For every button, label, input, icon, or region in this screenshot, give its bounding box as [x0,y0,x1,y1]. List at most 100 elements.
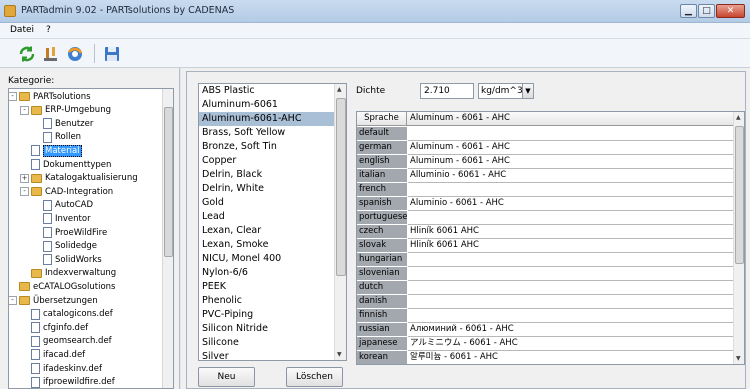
chevron-down-icon[interactable]: ▼ [522,84,533,98]
language-table-scrollbar[interactable]: ▲ ▼ [733,112,744,364]
translation-cell[interactable] [408,183,734,197]
translation-cell[interactable] [408,253,734,267]
new-button[interactable]: Neu [198,367,255,387]
translation-cell[interactable]: Hliník 6061 AHC [408,225,734,239]
density-input[interactable]: 2.710 [420,83,474,99]
tree-scrollbar[interactable] [162,89,173,388]
density-unit-select[interactable]: kg/dm^3 ▼ [478,83,534,99]
tools-icon[interactable] [40,43,62,65]
material-list-item[interactable]: Silicon Nitride [199,322,346,336]
translation-cell[interactable]: Hliník 6061 AHC [408,239,734,253]
menu-help[interactable]: ? [46,25,51,35]
material-list-item[interactable]: Nylon-6/6 [199,266,346,280]
tree-item[interactable]: Katalogaktualisierung [31,172,138,185]
material-list-item[interactable]: ABS Plastic [199,84,346,98]
material-list-item[interactable]: NICU, Monel 400 [199,252,346,266]
material-list-item[interactable]: Lead [199,210,346,224]
material-list[interactable]: ABS Plastic Aluminum-6061 Aluminum-6061-AH… [198,83,347,361]
material-list-item[interactable]: Bronze, Soft Tin [199,140,346,154]
save-icon[interactable] [101,43,123,65]
translation-cell[interactable] [408,211,734,225]
material-list-item[interactable]: Delrin, White [199,182,346,196]
category-tree[interactable]: PARTsolutions - ERP-Umgebung - Benutzer Rolle… [8,88,174,389]
translation-cell[interactable]: 알루미늄 - 6061 - AHC [408,351,734,364]
table-row[interactable]: default [357,127,734,141]
tree-item[interactable]: eCATALOGsolutions [19,280,115,293]
tree-item[interactable]: ifproewildfire.def [31,376,115,388]
table-row[interactable]: finnish [357,309,734,323]
table-row[interactable]: english Aluminum - 6061 - AHC [357,155,734,169]
table-row[interactable]: hungarian [357,253,734,267]
material-list-item[interactable]: Gold [199,196,346,210]
tree-item[interactable]: Inventor [43,212,91,225]
tree-item[interactable]: ERP-Umgebung [31,104,111,117]
table-row[interactable]: russian Алюминий - 6061 - AHC [357,323,734,337]
table-row[interactable]: czech Hliník 6061 AHC [357,225,734,239]
translation-cell[interactable]: Aluminum - 6061 - AHC [408,155,734,169]
tree-item[interactable]: ifadeskinv.def [31,362,102,375]
tree-item[interactable]: Indexverwaltung [31,267,116,280]
table-row[interactable]: french [357,183,734,197]
collapse-icon[interactable]: - [9,92,17,101]
translation-cell[interactable]: Aluminum - 6061 - AHC [408,141,734,155]
scroll-up-icon[interactable]: ▲ [736,114,741,121]
table-row[interactable]: portuguese [357,211,734,225]
header-value[interactable]: Aluminum - 6061 - AHC [408,112,510,126]
table-row[interactable]: slovak Hliník 6061 AHC [357,239,734,253]
translation-cell[interactable] [408,309,734,323]
refresh-icon[interactable] [16,43,38,65]
table-row[interactable]: slovenian [357,267,734,281]
material-list-item[interactable]: Silver [199,350,346,360]
tree-item[interactable]: PARTsolutions [19,90,91,103]
translation-cell[interactable] [408,295,734,309]
material-list-item[interactable]: Lexan, Clear [199,224,346,238]
tree-item[interactable]: Benutzer [43,117,93,130]
collapse-icon[interactable]: - [9,296,17,305]
table-row[interactable]: dutch [357,281,734,295]
translation-cell[interactable]: Алюминий - 6061 - AHC [408,323,734,337]
language-table-scrollbar-thumb[interactable] [735,126,744,264]
tree-item[interactable]: Material [31,144,82,157]
maximize-button[interactable]: □ [698,4,715,18]
tree-item[interactable]: SolidWorks [43,253,102,266]
language-table[interactable]: Sprache Aluminum - 6061 - AHC default ger… [356,111,745,365]
scroll-up-icon[interactable]: ▲ [337,86,342,93]
close-button[interactable]: ✕ [716,4,745,18]
material-list-item[interactable]: Lexan, Smoke [199,238,346,252]
tree-item[interactable]: CAD-Integration [31,185,113,198]
material-list-item[interactable]: Delrin, Black [199,168,346,182]
translation-cell[interactable]: Aluminio - 6061 - AHC [408,197,734,211]
tree-item[interactable]: cfginfo.def [31,321,88,334]
scroll-down-icon[interactable]: ▼ [736,355,741,362]
menu-datei[interactable]: Datei [10,25,34,35]
material-list-scrollbar[interactable]: ▲ ▼ [334,84,346,360]
translation-cell[interactable]: アルミニウム - 6061 - AHC [408,337,734,351]
tree-item[interactable]: geomsearch.def [31,335,112,348]
material-list-item[interactable]: Brass, Soft Yellow [199,126,346,140]
translation-cell[interactable] [408,281,734,295]
translation-cell[interactable] [408,127,734,141]
tree-scrollbar-thumb[interactable] [164,107,173,257]
table-row[interactable]: korean 알루미늄 - 6061 - AHC [357,351,734,364]
tree-item[interactable]: Rollen [43,131,81,144]
material-list-item[interactable]: Copper [199,154,346,168]
scroll-down-icon[interactable]: ▼ [337,351,342,358]
tree-item[interactable]: Solidedge [43,240,97,253]
tree-item[interactable]: catalogicons.def [31,308,113,321]
material-list-item[interactable]: Aluminum-6061-AHC [199,112,346,126]
web-browser-icon[interactable] [64,43,86,65]
tree-item[interactable]: ifacad.def [31,348,85,361]
table-row[interactable]: italian Alluminio - 6061 - AHC [357,169,734,183]
material-list-item[interactable]: Silicone [199,336,346,350]
collapse-icon[interactable]: - [20,187,29,197]
collapse-icon[interactable]: - [20,105,29,115]
table-row[interactable]: japanese アルミニウム - 6061 - AHC [357,337,734,351]
material-list-item[interactable]: PVC-Piping [199,308,346,322]
tree-item[interactable]: Übersetzungen [19,294,98,307]
header-sprache[interactable]: Sprache [357,112,407,126]
material-list-item[interactable]: Phenolic [199,294,346,308]
table-row[interactable]: german Aluminum - 6061 - AHC [357,141,734,155]
tree-item[interactable]: ProeWildFire [43,226,107,239]
minimize-button[interactable]: ▁ [680,4,697,18]
delete-button[interactable]: Löschen [286,367,343,387]
